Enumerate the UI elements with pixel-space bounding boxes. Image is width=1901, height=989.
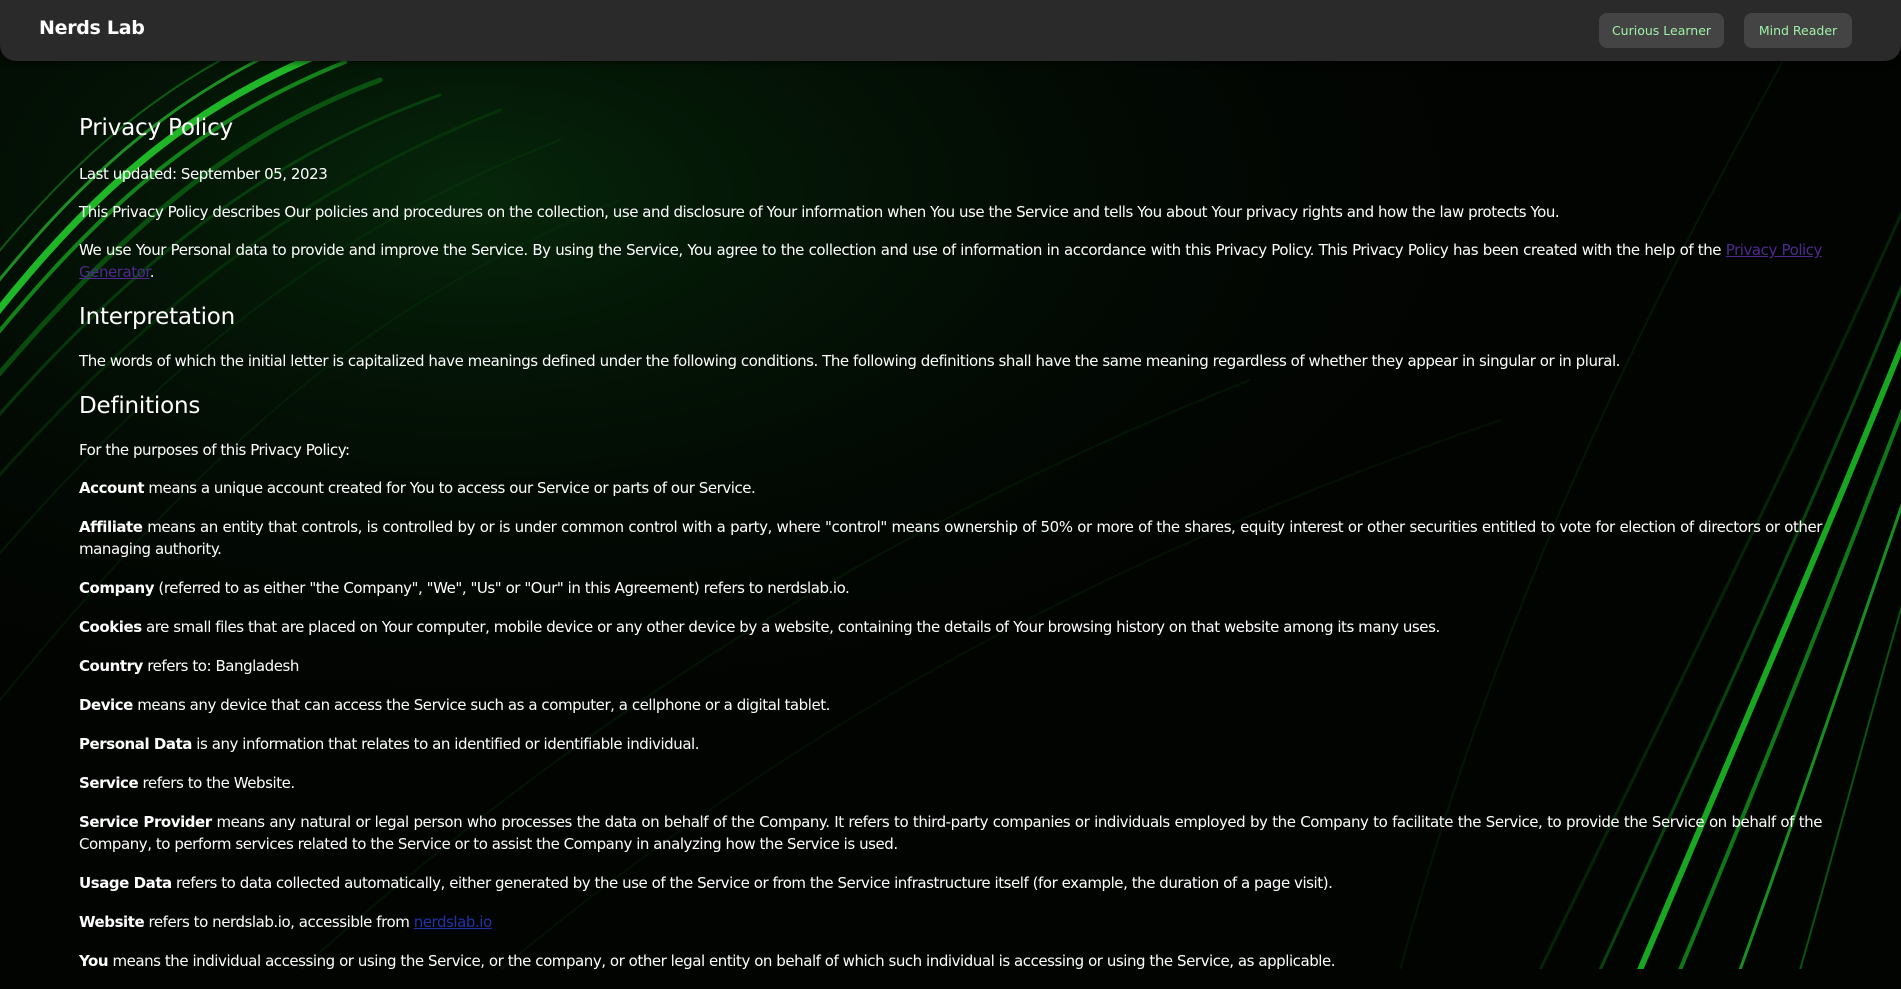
page-title: Privacy Policy xyxy=(79,115,233,141)
definition-text: refers to data collected automatically, … xyxy=(171,874,1333,892)
usage-text: We use Your Personal data to provide and… xyxy=(79,241,1726,259)
usage-end: . xyxy=(149,263,155,281)
definition-usage-data: Usage Data refers to data collected auto… xyxy=(79,872,1822,894)
definition-term: Account xyxy=(79,479,145,497)
definition-text: means an entity that controls, is contro… xyxy=(79,518,1822,558)
definition-text: are small files that are placed on Your … xyxy=(141,618,1440,636)
definition-affiliate: Affiliate means an entity that controls,… xyxy=(79,516,1822,560)
definition-text: is any information that relates to an id… xyxy=(191,735,700,753)
definition-term: Personal Data xyxy=(79,735,192,753)
definition-term: Website xyxy=(79,913,145,931)
mind-reader-button[interactable]: Mind Reader xyxy=(1744,13,1852,48)
definition-term: Usage Data xyxy=(79,874,172,892)
privacy-policy-content: Privacy Policy Last updated: September 0… xyxy=(79,109,1822,989)
definition-website: Website refers to nerdslab.io, accessibl… xyxy=(79,911,1822,933)
definition-country: Country refers to: Bangladesh xyxy=(79,655,1822,677)
website-link[interactable]: nerdslab.io xyxy=(414,913,492,931)
last-updated-text: Last updated: September 05, 2023 xyxy=(79,165,328,183)
definition-text: refers to: Bangladesh xyxy=(142,657,299,675)
brand-logo-text[interactable]: Nerds Lab xyxy=(39,17,145,39)
definitions-intro: For the purposes of this Privacy Policy: xyxy=(79,441,350,459)
definition-personal-data: Personal Data is any information that re… xyxy=(79,733,1822,755)
interpretation-heading: Interpretation xyxy=(79,304,236,330)
definition-company: Company (referred to as either "the Comp… xyxy=(79,577,1822,599)
usage-paragraph: We use Your Personal data to provide and… xyxy=(79,239,1822,283)
top-navbar: Nerds Lab Curious Learner Mind Reader xyxy=(0,0,1901,61)
definition-text: refers to the Website. xyxy=(138,774,296,792)
definition-account: Account means a unique account created f… xyxy=(79,477,1822,499)
definition-cookies: Cookies are small files that are placed … xyxy=(79,616,1822,638)
definition-service: Service refers to the Website. xyxy=(79,772,1822,794)
definition-term: Company xyxy=(79,579,155,597)
definition-term: Cookies xyxy=(79,618,142,636)
definition-text: means any natural or legal person who pr… xyxy=(79,813,1822,853)
definition-text: means a unique account created for You t… xyxy=(144,479,756,497)
intro-paragraph: This Privacy Policy describes Our polici… xyxy=(79,203,1560,221)
definition-term: Device xyxy=(79,696,133,714)
interpretation-paragraph: The words of which the initial letter is… xyxy=(79,352,1620,370)
definition-term: You xyxy=(79,952,109,970)
definition-text: means any device that can access the Ser… xyxy=(132,696,830,714)
definition-term: Country xyxy=(79,657,143,675)
definition-term: Service xyxy=(79,774,139,792)
curious-learner-button[interactable]: Curious Learner xyxy=(1599,13,1724,48)
definitions-heading: Definitions xyxy=(79,393,201,419)
definition-service-provider: Service Provider means any natural or le… xyxy=(79,811,1822,855)
definition-text: refers to nerdslab.io, accessible from xyxy=(144,913,414,931)
definition-text: means the individual accessing or using … xyxy=(108,952,1336,970)
definition-term: Service Provider xyxy=(79,813,212,831)
definition-term: Affiliate xyxy=(79,518,143,536)
definition-text: (referred to as either "the Company", "W… xyxy=(154,579,850,597)
definition-device: Device means any device that can access … xyxy=(79,694,1822,716)
